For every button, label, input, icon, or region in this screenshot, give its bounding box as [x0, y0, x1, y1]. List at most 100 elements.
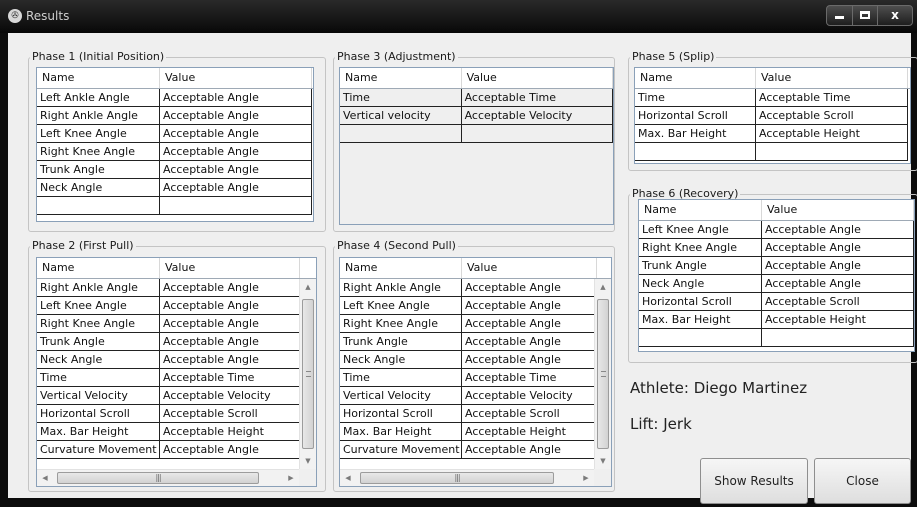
table-row[interactable]	[37, 197, 313, 215]
horizontal-scroll-thumb[interactable]: |||	[57, 472, 259, 484]
table-row[interactable]: Max. Bar Height Acceptable Height	[639, 311, 914, 329]
phase5-grid[interactable]: Name Value Time Acceptable Time Horizontal S…	[634, 67, 911, 164]
value-column-header[interactable]: Value	[160, 68, 312, 88]
name-cell[interactable]: Trunk Angle	[37, 333, 160, 351]
scroll-up-arrow-icon[interactable]: ▲	[300, 279, 316, 295]
table-row[interactable]: Time Acceptable Time	[340, 89, 613, 107]
vertical-scroll-thumb[interactable]	[597, 299, 609, 449]
table-row[interactable]: Right Ankle Angle Acceptable Angle	[37, 279, 316, 297]
phase4-grid[interactable]: Name Value Right Ankle Angle Acceptable Ang…	[339, 257, 612, 487]
horizontal-scroll-thumb[interactable]: |||	[360, 472, 554, 484]
name-cell[interactable]	[635, 143, 756, 161]
value-cell[interactable]: Acceptable Angle	[160, 279, 300, 297]
table-row[interactable]: Left Knee Angle Acceptable Angle	[37, 125, 313, 143]
name-cell[interactable]: Horizontal Scroll	[37, 405, 160, 423]
scroll-up-arrow-icon[interactable]: ▲	[595, 279, 611, 295]
value-cell[interactable]: Acceptable Angle	[762, 221, 914, 239]
name-cell[interactable]: Trunk Angle	[639, 257, 762, 275]
table-row[interactable]: Trunk Angle Acceptable Angle	[37, 333, 316, 351]
close-button[interactable]: Close	[814, 458, 911, 504]
value-cell[interactable]: Acceptable Velocity	[160, 387, 300, 405]
table-row[interactable]	[639, 329, 914, 347]
name-cell[interactable]: Time	[340, 89, 462, 107]
table-row[interactable]: Time Acceptable Time	[37, 369, 316, 387]
name-cell[interactable]	[37, 197, 160, 215]
value-cell[interactable]	[756, 143, 908, 161]
name-cell[interactable]: Right Knee Angle	[37, 143, 160, 161]
name-cell[interactable]: Neck Angle	[340, 351, 462, 369]
vertical-scrollbar[interactable]: ▲ ▼	[594, 279, 611, 469]
vertical-scrollbar[interactable]: ▲ ▼	[299, 279, 316, 469]
name-cell[interactable]	[340, 125, 462, 143]
table-row[interactable]: Horizontal Scroll Acceptable Scroll	[639, 293, 914, 311]
table-row[interactable]: Vertical Velocity Acceptable Velocity	[37, 387, 316, 405]
table-row[interactable]: Right Knee Angle Acceptable Angle	[639, 239, 914, 257]
name-cell[interactable]: Neck Angle	[37, 351, 160, 369]
name-cell[interactable]: Neck Angle	[37, 179, 160, 197]
name-cell[interactable]: Max. Bar Height	[635, 125, 756, 143]
horizontal-scrollbar[interactable]: ◀ ||| ▶	[340, 469, 594, 486]
value-cell[interactable]: Acceptable Angle	[160, 89, 312, 107]
name-column-header[interactable]: Name	[639, 200, 762, 220]
vertical-scroll-thumb[interactable]	[302, 299, 314, 449]
name-cell[interactable]: Vertical Velocity	[340, 387, 462, 405]
table-row[interactable]: Right Knee Angle Acceptable Angle	[37, 143, 313, 161]
value-cell[interactable]: Acceptable Angle	[462, 279, 597, 297]
show-results-button[interactable]: Show Results	[700, 458, 808, 504]
value-cell[interactable]: Acceptable Velocity	[462, 387, 597, 405]
value-column-header[interactable]: Value	[762, 200, 914, 220]
name-cell[interactable]: Right Knee Angle	[340, 315, 462, 333]
value-cell[interactable]: Acceptable Angle	[762, 275, 914, 293]
name-cell[interactable]: Time	[635, 89, 756, 107]
table-row[interactable]: Trunk Angle Acceptable Angle	[340, 333, 611, 351]
close-window-button[interactable]: x	[877, 5, 913, 26]
scroll-left-arrow-icon[interactable]: ◀	[37, 470, 53, 486]
value-cell[interactable]: Acceptable Scroll	[462, 405, 597, 423]
table-row[interactable]: Horizontal Scroll Acceptable Scroll	[340, 405, 611, 423]
title-bar[interactable]: ✇ Results x	[0, 0, 917, 33]
value-cell[interactable]: Acceptable Scroll	[756, 107, 908, 125]
value-cell[interactable]: Acceptable Angle	[160, 297, 300, 315]
value-cell[interactable]: Acceptable Angle	[160, 125, 312, 143]
value-cell[interactable]: Acceptable Height	[462, 423, 597, 441]
table-row[interactable]: Max. Bar Height Acceptable Height	[37, 423, 316, 441]
name-cell[interactable]: Time	[37, 369, 160, 387]
table-row[interactable]	[340, 125, 613, 143]
table-row[interactable]: Vertical velocity Acceptable Velocity	[340, 107, 613, 125]
table-row[interactable]: Left Ankle Angle Acceptable Angle	[37, 89, 313, 107]
name-cell[interactable]: Time	[340, 369, 462, 387]
name-column-header[interactable]: Name	[340, 68, 462, 88]
table-row[interactable]: Neck Angle Acceptable Angle	[37, 179, 313, 197]
name-cell[interactable]: Max. Bar Height	[639, 311, 762, 329]
scroll-down-arrow-icon[interactable]: ▼	[300, 453, 316, 469]
table-row[interactable]: Right Knee Angle Acceptable Angle	[340, 315, 611, 333]
scroll-right-arrow-icon[interactable]: ▶	[283, 470, 299, 486]
table-row[interactable]: Time Acceptable Time	[635, 89, 910, 107]
value-cell[interactable]: Acceptable Time	[462, 369, 597, 387]
value-cell[interactable]	[461, 125, 613, 143]
phase6-grid[interactable]: Name Value Left Knee Angle Acceptable Angle…	[638, 199, 915, 352]
name-cell[interactable]: Trunk Angle	[340, 333, 462, 351]
table-row[interactable]: Neck Angle Acceptable Angle	[639, 275, 914, 293]
phase1-grid[interactable]: Name Value Left Ankle Angle Acceptable Angl…	[36, 67, 314, 222]
value-cell[interactable]: Acceptable Height	[762, 311, 914, 329]
value-cell[interactable]: Acceptable Angle	[762, 239, 914, 257]
value-cell[interactable]: Acceptable Height	[756, 125, 908, 143]
table-row[interactable]: Curvature Movement Acceptable Angle	[340, 441, 611, 459]
phase2-grid[interactable]: Name Value Right Ankle Angle Acceptable Ang…	[36, 257, 317, 487]
name-cell[interactable]: Curvature Movement	[340, 441, 462, 459]
table-row[interactable]: Left Knee Angle Acceptable Angle	[639, 221, 914, 239]
table-row[interactable]: Neck Angle Acceptable Angle	[37, 351, 316, 369]
table-row[interactable]: Max. Bar Height Acceptable Height	[340, 423, 611, 441]
value-cell[interactable]: Acceptable Angle	[160, 179, 312, 197]
name-cell[interactable]: Left Knee Angle	[340, 297, 462, 315]
name-column-header[interactable]: Name	[635, 68, 756, 88]
table-row[interactable]: Trunk Angle Acceptable Angle	[639, 257, 914, 275]
value-column-header[interactable]: Value	[462, 258, 597, 278]
name-cell[interactable]: Right Knee Angle	[639, 239, 762, 257]
scroll-down-arrow-icon[interactable]: ▼	[595, 453, 611, 469]
value-cell[interactable]: Acceptable Angle	[160, 315, 300, 333]
scroll-right-arrow-icon[interactable]: ▶	[578, 470, 594, 486]
table-row[interactable]: Right Knee Angle Acceptable Angle	[37, 315, 316, 333]
name-cell[interactable]: Neck Angle	[639, 275, 762, 293]
